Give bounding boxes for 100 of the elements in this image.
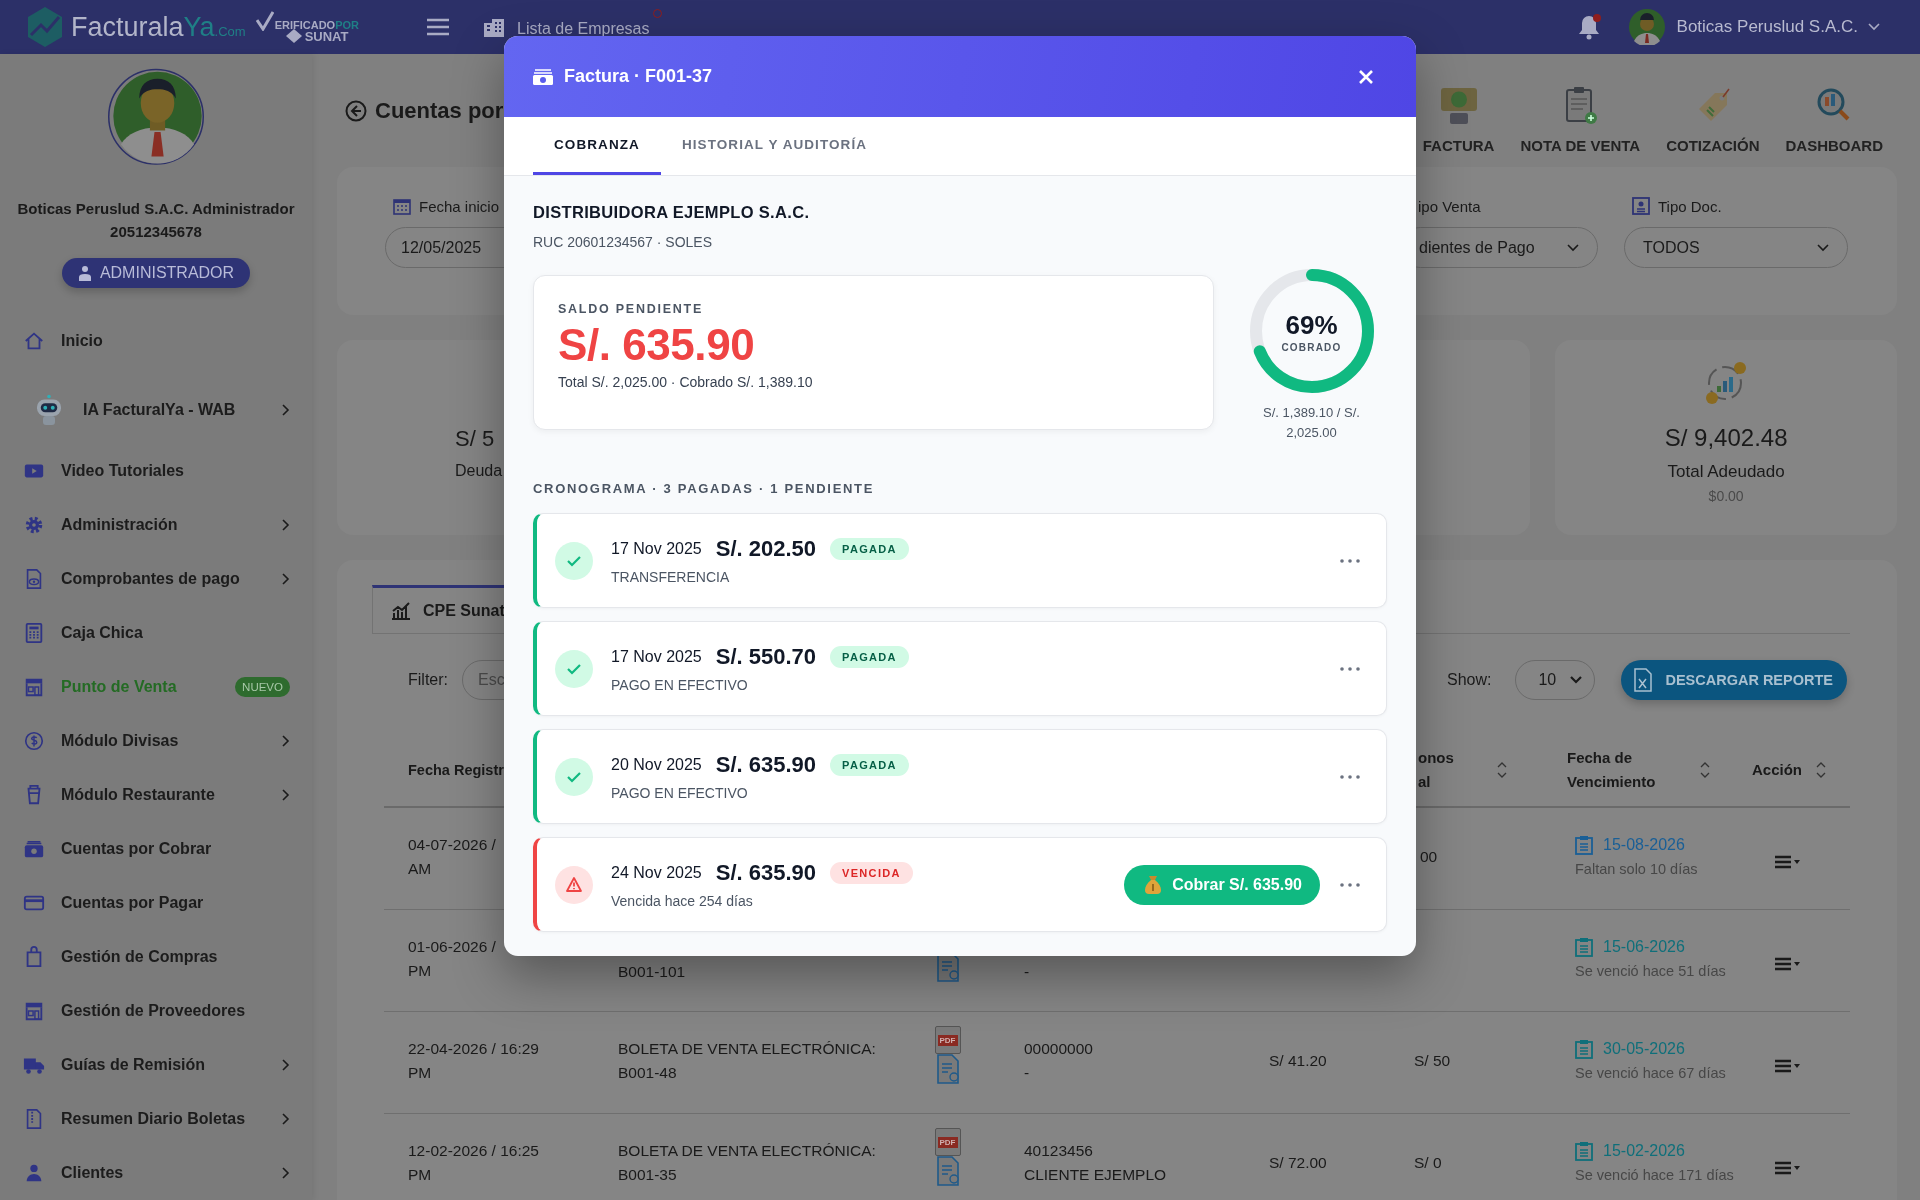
table-cell-text: BOLETA DE VENTA ELECTRÓNICA: B001-48 [618, 1039, 877, 1083]
nav-item[interactable]: Gestión de Compras [0, 930, 312, 984]
logo-text: FacturalaYa.Com [71, 11, 246, 43]
check-icon [555, 541, 593, 580]
chevron-down-icon [1817, 243, 1829, 252]
table-cell: 00 [1420, 848, 1438, 865]
chevron-down-icon [1570, 676, 1583, 684]
balance-amount: S/. 635.90 [558, 320, 756, 370]
quick-action[interactable]: FACTURA [1422, 85, 1495, 154]
money-icon [1438, 85, 1479, 125]
dollar-icon [23, 730, 45, 752]
nav-item[interactable]: Gestión de Proveedores [0, 984, 312, 1038]
table-cell-text: 01-06-2026 / PM [408, 937, 497, 981]
chart-icon [391, 601, 411, 620]
calendar-icon [1575, 937, 1593, 957]
avatar[interactable] [1628, 9, 1665, 45]
money-bag-icon [1144, 874, 1163, 895]
menu-dropdown-icon[interactable] [1775, 855, 1801, 869]
diamond-icon [285, 29, 302, 43]
tab[interactable]: COBRANZA [533, 117, 661, 175]
stat-value: S/ 9,402.48 [1664, 424, 1788, 452]
status-badge: PAGADA [830, 754, 909, 776]
banknote-icon [532, 67, 554, 86]
menu-dropdown-icon[interactable] [1775, 1161, 1801, 1175]
installment-amount: S/. 635.90 [715, 860, 817, 886]
calendar-icon [393, 197, 411, 215]
installment-amount: S/. 202.50 [715, 536, 817, 562]
verified-text: ERIFICADOPOR [274, 18, 359, 31]
balance-label: SALDO PENDIENTE [558, 302, 704, 316]
table-cell-text: 04-07-2026 / AM [408, 835, 497, 879]
collect-button[interactable]: Cobrar S/. 635.90 [1124, 864, 1320, 905]
table-cell: S/ 41.20 [1269, 1052, 1327, 1069]
quick-action[interactable]: COTIZACIÓN [1666, 85, 1760, 154]
export-button[interactable]: DESCARGAR REPORTE [1621, 660, 1847, 700]
menu-dropdown-icon[interactable] [1775, 957, 1801, 971]
nav-item[interactable]: Inicio [0, 306, 312, 375]
close-icon[interactable] [1358, 68, 1374, 85]
back-icon[interactable] [345, 99, 367, 122]
nav-item[interactable]: Video Tutoriales [0, 444, 312, 498]
field-label: Tipo Doc. [1658, 197, 1722, 215]
table-cell-text: 00000000 - [1024, 1039, 1094, 1083]
stat-label: Total Adeudado [1667, 462, 1785, 482]
progress-detail: S/. 1,389.10 / S/. 2,025.00 [1262, 404, 1361, 442]
nav-item[interactable]: Módulo Restaurante [0, 768, 312, 822]
sort-icon[interactable] [1700, 761, 1710, 778]
menu-dropdown-icon[interactable] [1775, 1059, 1801, 1073]
quick-action[interactable]: NOTA DE VENTA [1520, 85, 1641, 154]
installment-date: 17 Nov 2025 [611, 648, 702, 666]
quick-action[interactable]: DASHBOARD [1785, 85, 1883, 154]
nav-item[interactable]: IA FacturalYa - WAB [0, 375, 312, 444]
calendar-icon [1575, 1141, 1593, 1161]
tab[interactable]: HISTORIAL Y AUDITORÍA [660, 117, 889, 175]
nav-item[interactable]: Caja Chica [0, 606, 312, 660]
nav-item[interactable]: Comprobantes de pago [0, 552, 312, 606]
sunat-text: SUNAT [304, 28, 349, 44]
due-note: Se venció hace 171 días [1574, 1166, 1735, 1185]
pdf-file-icon[interactable]: PDF [934, 1026, 961, 1054]
id-card-icon [1632, 197, 1650, 215]
more-icon[interactable] [1340, 558, 1360, 563]
menu-icon[interactable] [427, 18, 449, 36]
nav-item[interactable]: Resumen Diario Boletas [0, 1092, 312, 1146]
spreadsheet-icon [1633, 668, 1654, 692]
chevron-down-icon [1567, 243, 1579, 252]
chevron-down-icon[interactable] [1868, 23, 1880, 31]
company-list-link[interactable]: Lista de Empresas [517, 16, 650, 38]
percent-caption: COBRADO [1281, 341, 1342, 353]
calendar-icon [1575, 835, 1593, 855]
new-badge: NUEVO [235, 677, 290, 697]
nav-item[interactable]: Módulo Divisas [0, 714, 312, 768]
settings-icon [23, 514, 45, 536]
calendar-icon [1575, 1039, 1593, 1059]
pdf-file-icon[interactable]: PDF [934, 1128, 961, 1156]
sort-icon[interactable] [1497, 761, 1507, 778]
installment-note: PAGO EN EFECTIVO [611, 677, 749, 693]
nav-item[interactable]: Administración [0, 498, 312, 552]
status-badge: VENCIDA [830, 862, 913, 884]
nav-item[interactable]: Guías de Remisión [0, 1038, 312, 1092]
table-cell-text: 12-02-2026 / 16:25 PM [408, 1141, 540, 1185]
dialog-title: Factura · F001-37 [564, 66, 713, 87]
nav-item[interactable]: Punto de Venta NUEVO [0, 660, 312, 714]
more-icon[interactable] [1340, 774, 1360, 779]
nav-item[interactable]: Clientes [0, 1146, 312, 1200]
more-icon[interactable] [1340, 666, 1360, 671]
installment-date: 24 Nov 2025 [611, 864, 702, 882]
user-name[interactable]: Boticas Peruslud S.A.C. [1676, 17, 1858, 37]
installment-amount: S/. 635.90 [715, 752, 817, 778]
notification-icon[interactable] [1576, 14, 1601, 40]
table-cell-text: 40123456 CLIENTE EJEMPLO [1024, 1141, 1168, 1185]
store-icon [23, 1000, 45, 1022]
table-cell: S/ 72.00 [1269, 1154, 1327, 1171]
due-date: 30-05-2026 [1603, 1039, 1685, 1059]
role-button[interactable]: ADMINISTRADOR [61, 257, 251, 288]
more-icon[interactable] [1340, 882, 1360, 887]
customer-details: RUC 20601234567 · SOLES [533, 234, 713, 250]
due-date: 15-06-2026 [1603, 937, 1685, 957]
sort-icon[interactable] [1816, 761, 1826, 778]
calculator-icon [23, 622, 45, 644]
nav-item[interactable]: Cuentas por Cobrar [0, 822, 312, 876]
installment-note: PAGO EN EFECTIVO [611, 785, 749, 801]
nav-item[interactable]: Cuentas por Pagar [0, 876, 312, 930]
